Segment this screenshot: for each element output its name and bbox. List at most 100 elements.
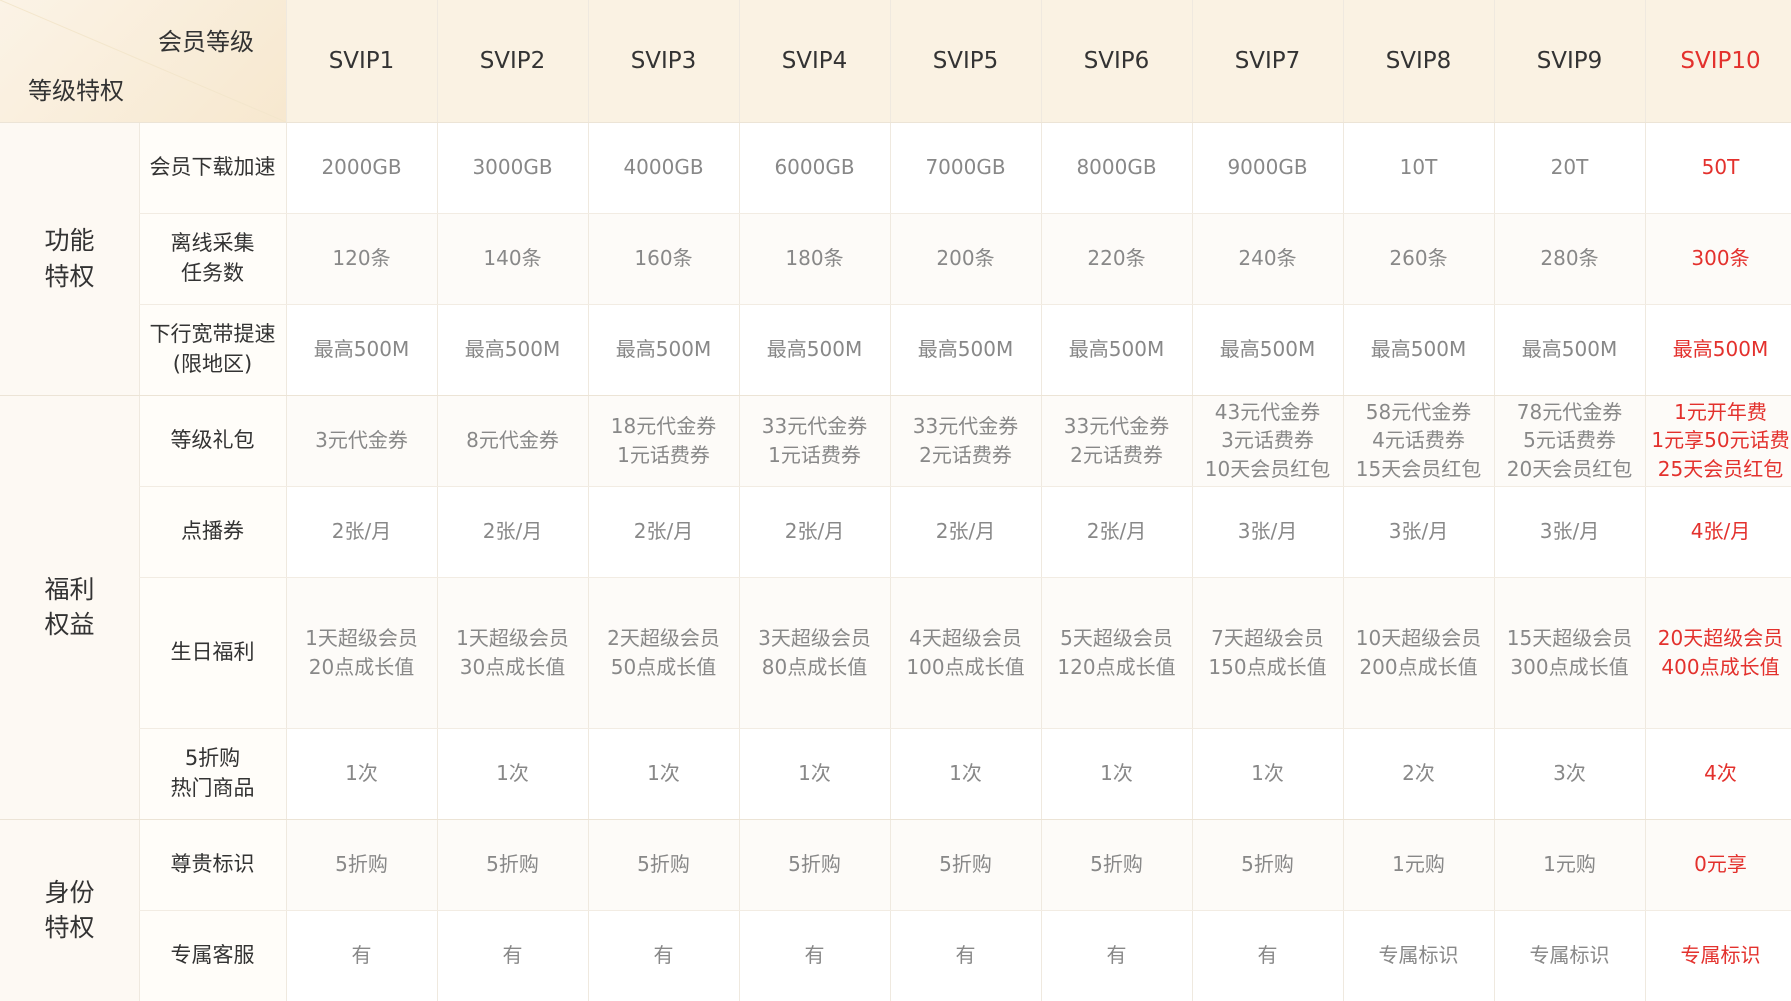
value-cell-line: 5折购: [788, 852, 841, 877]
value-cell: 9000GB: [1192, 122, 1343, 213]
level-header-svip8: SVIP8: [1343, 0, 1494, 122]
level-header-svip1: SVIP1: [286, 0, 437, 122]
grid-hline: [139, 213, 1791, 214]
value-cell-line: 33元代金券: [1063, 414, 1170, 439]
value-cell-line: 1次: [1251, 761, 1284, 786]
value-cell-line: 3000GB: [472, 155, 553, 180]
value-cell-line: 15天会员红包: [1355, 456, 1482, 481]
grid-hline: [0, 395, 1791, 396]
value-cell-line: 5折购: [939, 852, 992, 877]
value-cell-line: 10天超级会员: [1355, 626, 1482, 651]
value-cell: 5折购: [1192, 819, 1343, 910]
value-cell-line: 9000GB: [1227, 155, 1308, 180]
value-cell: 最高500M: [739, 304, 890, 395]
value-cell-line: 3张/月: [1388, 519, 1449, 544]
value-cell: 1元购: [1494, 819, 1645, 910]
value-cell-line: 最高500M: [464, 337, 561, 362]
value-cell: 8元代金券: [437, 395, 588, 486]
value-cell: 最高500M: [286, 304, 437, 395]
value-cell: 6000GB: [739, 122, 890, 213]
value-cell: 4次: [1645, 728, 1791, 819]
grid-vline: [1192, 0, 1193, 1001]
feature-label: 生日福利: [139, 577, 286, 728]
feature-label-line: (限地区): [172, 351, 253, 376]
value-cell: 2张/月: [286, 486, 437, 577]
value-cell: 160条: [588, 213, 739, 304]
value-cell: 最高500M: [890, 304, 1041, 395]
value-cell-line: 10T: [1399, 155, 1438, 180]
grid-hline: [139, 910, 1791, 911]
value-cell-line: 15天超级会员: [1506, 626, 1633, 651]
value-cell-line: 20天会员红包: [1506, 456, 1633, 481]
value-cell-line: 有: [955, 943, 976, 968]
value-cell-line: 260条: [1389, 246, 1448, 271]
value-cell: 18元代金券 1元话费券: [588, 395, 739, 486]
value-cell: 300条: [1645, 213, 1791, 304]
value-cell-line: 80点成长值: [761, 654, 868, 679]
value-cell: 1次: [739, 728, 890, 819]
value-cell-line: 最高500M: [917, 337, 1014, 362]
value-cell: 5折购: [1041, 819, 1192, 910]
value-cell-line: 33元代金券: [912, 414, 1019, 439]
value-cell: 7天超级会员 150点成长值: [1192, 577, 1343, 728]
value-cell: 2次: [1343, 728, 1494, 819]
value-cell: 15天超级会员 300点成长值: [1494, 577, 1645, 728]
value-cell-line: 8000GB: [1076, 155, 1157, 180]
level-header-svip3: SVIP3: [588, 0, 739, 122]
value-cell: 5折购: [588, 819, 739, 910]
value-cell-line: 50T: [1701, 155, 1740, 180]
value-cell-line: 200点成长值: [1359, 654, 1478, 679]
value-cell-line: 10天会员红包: [1204, 456, 1331, 481]
value-cell-line: 2元话费券: [919, 442, 1012, 467]
value-cell-line: 最高500M: [1370, 337, 1467, 362]
value-cell: 2张/月: [1041, 486, 1192, 577]
value-cell: 专属标识: [1343, 910, 1494, 1001]
value-cell: 10天超级会员 200点成长值: [1343, 577, 1494, 728]
level-header-svip7: SVIP7: [1192, 0, 1343, 122]
value-cell-line: 140条: [483, 246, 542, 271]
grid-vline: [286, 0, 287, 1001]
level-header-svip9-line: SVIP9: [1536, 47, 1603, 74]
level-header-svip10-line: SVIP10: [1680, 47, 1761, 74]
value-cell: 120条: [286, 213, 437, 304]
value-cell: 3张/月: [1192, 486, 1343, 577]
value-cell: 2000GB: [286, 122, 437, 213]
value-cell: 3张/月: [1343, 486, 1494, 577]
feature-label-line: 热门商品: [170, 775, 255, 800]
value-cell: 有: [588, 910, 739, 1001]
value-cell-line: 1天超级会员: [456, 626, 569, 651]
value-cell-line: 2张/月: [1086, 519, 1147, 544]
level-header-svip7-line: SVIP7: [1234, 47, 1301, 74]
value-cell: 有: [739, 910, 890, 1001]
category-3-line: 特权: [44, 913, 95, 942]
value-cell-line: 有: [502, 943, 523, 968]
level-header-svip6: SVIP6: [1041, 0, 1192, 122]
value-cell-line: 1元享50元话费: [1651, 428, 1790, 453]
value-cell-line: 4元话费券: [1372, 428, 1465, 453]
value-cell: 20T: [1494, 122, 1645, 213]
level-header-svip2: SVIP2: [437, 0, 588, 122]
grid-vline: [1343, 0, 1344, 1001]
value-cell-line: 300点成长值: [1510, 654, 1629, 679]
value-cell-line: 5天超级会员: [1060, 626, 1173, 651]
grid-hline: [0, 819, 1791, 820]
level-header-svip5-line: SVIP5: [932, 47, 999, 74]
value-cell-line: 4000GB: [623, 155, 704, 180]
value-cell: 7000GB: [890, 122, 1041, 213]
grid-hline: [139, 486, 1791, 487]
value-cell-line: 有: [804, 943, 825, 968]
value-cell-line: 2天超级会员: [607, 626, 720, 651]
value-cell: 有: [286, 910, 437, 1001]
value-cell: 1元购: [1343, 819, 1494, 910]
category-3: 身份 特权: [0, 819, 139, 1001]
value-cell-line: 5折购: [637, 852, 690, 877]
value-cell: 最高500M: [437, 304, 588, 395]
grid-hline: [0, 122, 1791, 123]
value-cell-line: 2元话费券: [1070, 442, 1163, 467]
value-cell: 3元代金券: [286, 395, 437, 486]
corner-privilege-label: 等级特权: [28, 77, 124, 105]
value-cell-line: 25天会员红包: [1657, 456, 1784, 481]
value-cell-line: 最高500M: [766, 337, 863, 362]
value-cell: 3次: [1494, 728, 1645, 819]
value-cell-line: 120条: [332, 246, 391, 271]
